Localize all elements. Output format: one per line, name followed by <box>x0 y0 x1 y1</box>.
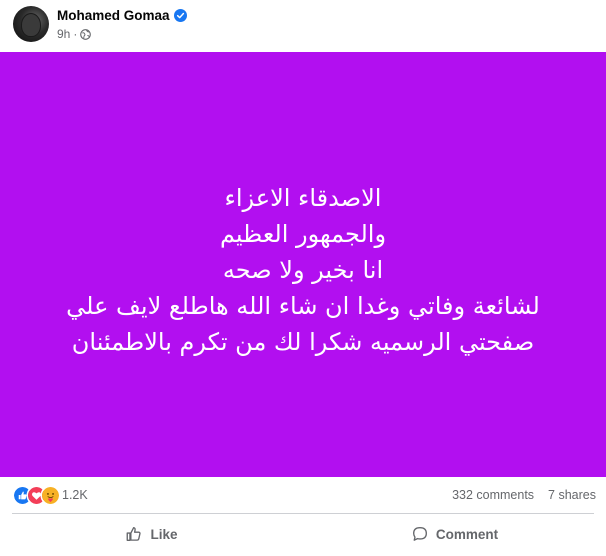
verified-badge-icon <box>173 9 187 22</box>
engagement-stats: 1.2K 332 comments 7 shares <box>0 477 606 513</box>
post-text-line: الاصدقاء الاعزاء <box>224 183 382 212</box>
comment-bubble-icon <box>412 527 427 541</box>
meta-separator: · <box>73 27 78 41</box>
care-icon <box>42 486 59 504</box>
post-meta: 9h · <box>57 27 92 41</box>
thumbs-up-icon <box>127 527 142 541</box>
post-text-line: والجمهور العظيم <box>219 219 387 248</box>
globe-icon[interactable] <box>80 28 92 40</box>
shares-count[interactable]: 7 shares <box>548 488 596 502</box>
post-header: Mohamed Gomaa 9h · <box>0 0 606 52</box>
author-avatar[interactable] <box>13 6 49 42</box>
comment-label: Comment <box>435 526 499 542</box>
comments-count[interactable]: 332 comments <box>452 488 534 502</box>
post-colored-background[interactable]: الاصدقاء الاعزاء والجمهور العظيم انا بخي… <box>0 52 606 477</box>
post-actions: Like Comment <box>0 514 606 554</box>
like-button[interactable]: Like <box>0 514 303 554</box>
reaction-icons <box>14 486 59 504</box>
post-time[interactable]: 9h <box>57 27 70 41</box>
post-text-line: لشائعة وفاتي وغدا ان شاء الله هاطلع لايف… <box>66 291 540 320</box>
comment-button[interactable]: Comment <box>303 514 606 554</box>
post-text-line: صفحتي الرسميه شكرا لك من تكرم بالاطمئنان <box>71 327 535 356</box>
like-label: Like <box>150 526 178 542</box>
comment-share-counts: 332 comments 7 shares <box>452 488 596 502</box>
reactions-count[interactable]: 1.2K <box>62 488 88 502</box>
author-row: Mohamed Gomaa <box>57 8 187 23</box>
post-text: الاصدقاء الاعزاء والجمهور العظيم انا بخي… <box>66 170 540 360</box>
post-text-line: انا بخير ولا صحه <box>222 255 384 284</box>
author-name[interactable]: Mohamed Gomaa <box>57 8 170 23</box>
reactions-summary[interactable]: 1.2K <box>14 486 88 504</box>
